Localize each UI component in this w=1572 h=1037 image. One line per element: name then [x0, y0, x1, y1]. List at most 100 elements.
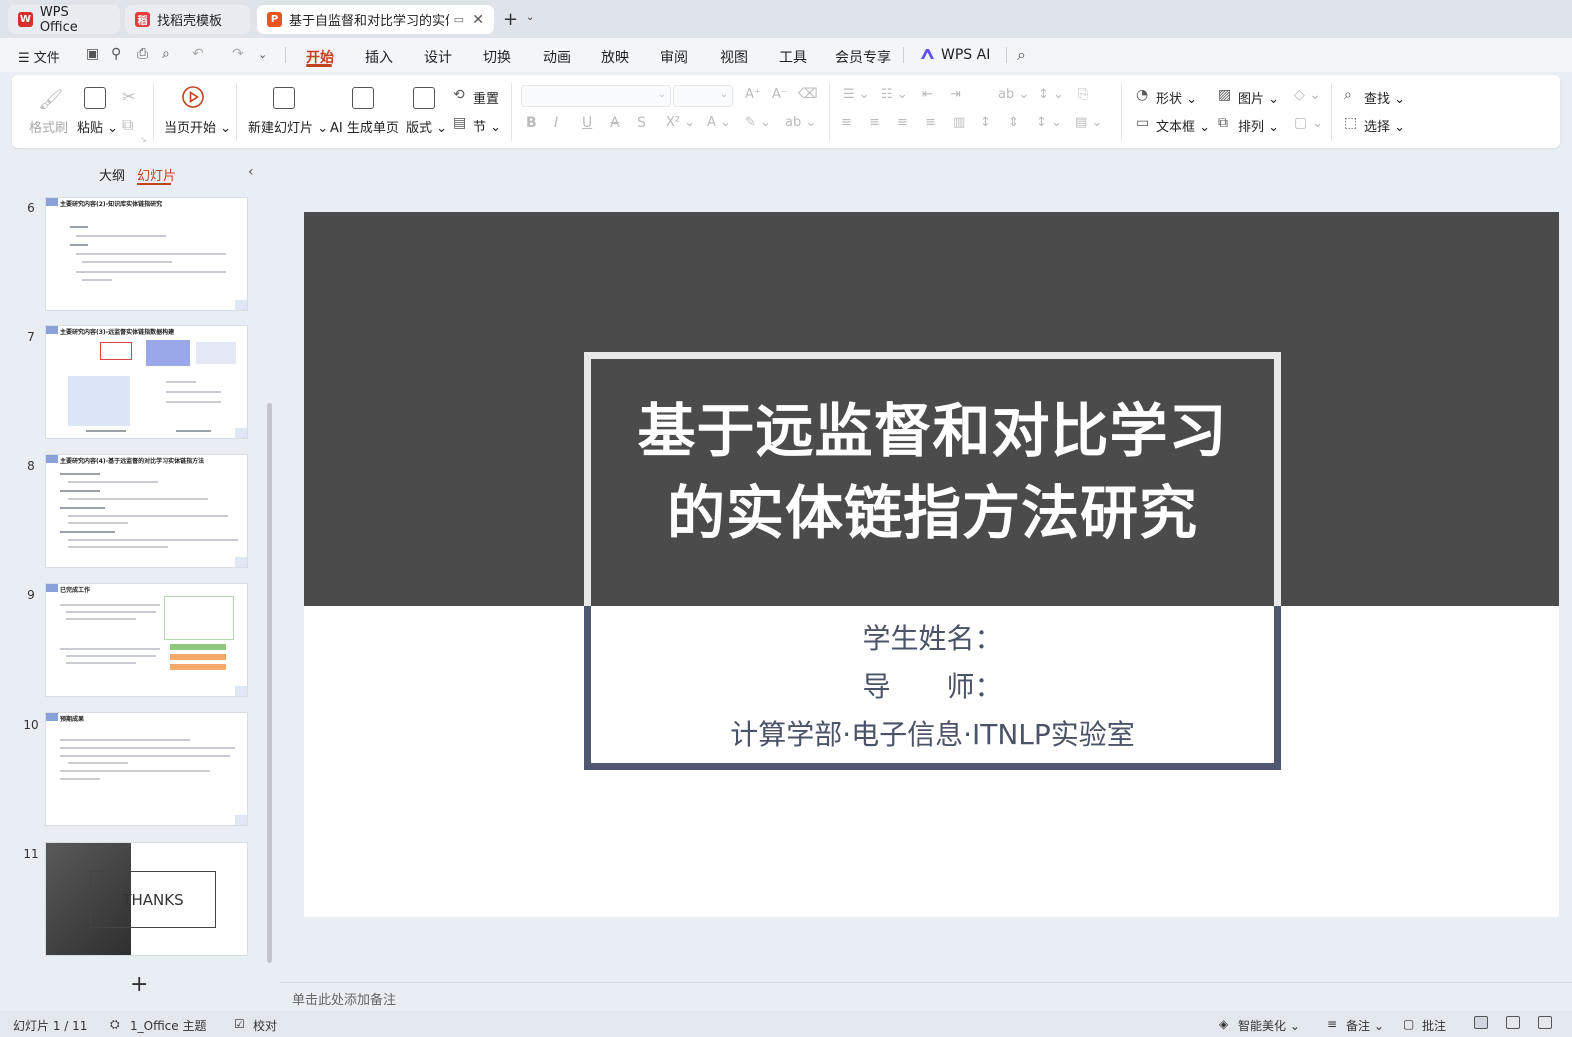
notes-area[interactable]: 单击此处添加备注: [280, 982, 1572, 1011]
sort-icon[interactable]: ↕ ⌄: [1038, 87, 1064, 102]
outdent-icon[interactable]: ⇤: [922, 87, 933, 102]
new-slide-button[interactable]: 新建幻灯片 ⌄: [248, 117, 328, 136]
slide-thumbnail[interactable]: 已完成工作: [46, 584, 247, 696]
align-right-icon[interactable]: ≡: [897, 115, 908, 130]
copy-icon[interactable]: ⧉: [122, 115, 133, 135]
tab-design[interactable]: 设计: [424, 47, 452, 67]
new-tab-icon[interactable]: +: [503, 9, 518, 30]
highlight-icon[interactable]: ✎ ⌄: [745, 115, 771, 130]
text-align-icon[interactable]: ▤ ⌄: [1075, 115, 1102, 130]
align-center-icon[interactable]: ≡: [869, 115, 880, 130]
tab-docer-templates[interactable]: 稻 找稻壳模板: [125, 5, 250, 34]
tab-review[interactable]: 审阅: [660, 47, 688, 67]
undo-icon[interactable]: ↶: [192, 46, 204, 62]
close-icon[interactable]: ✕: [472, 12, 484, 28]
slide-sorter-icon[interactable]: [1506, 1016, 1520, 1029]
spacing-more-icon[interactable]: ↕ ⌄: [1036, 115, 1062, 130]
bullet-list-icon[interactable]: ☰ ⌄: [843, 87, 870, 102]
file-menu[interactable]: ☰ 文件: [18, 47, 60, 66]
tab-member[interactable]: 会员专享: [835, 47, 891, 67]
font-size-select[interactable]: ⌄: [673, 85, 733, 107]
slide-thumbnail[interactable]: 预期成果: [46, 713, 247, 825]
tab-outline[interactable]: 大纲: [99, 165, 125, 184]
shapes-button[interactable]: 形状 ⌄: [1156, 88, 1197, 107]
font-color-icon[interactable]: A ⌄: [707, 115, 731, 130]
tab-current-document[interactable]: P 基于自监督和对比学习的实体 ▭ ✕: [257, 5, 494, 34]
proof-button[interactable]: 校对: [253, 1017, 277, 1034]
play-from-current-button[interactable]: 当页开始 ⌄: [164, 117, 231, 136]
current-slide[interactable]: 基于远监督和对比学习 的实体链指方法研究 学生姓名： 导 师： 计算学部·电子信…: [304, 212, 1559, 917]
format-painter-button[interactable]: 格式刷: [29, 117, 68, 136]
reading-view-icon[interactable]: [1538, 1016, 1552, 1029]
save-icon[interactable]: ▣: [86, 46, 99, 62]
tab-animations[interactable]: 动画: [543, 47, 571, 67]
clear-format-icon[interactable]: ⌫: [798, 86, 818, 102]
add-slide-icon[interactable]: +: [130, 972, 148, 997]
distribute-icon[interactable]: ▥: [953, 115, 965, 130]
ai-generate-button[interactable]: AI 生成单页: [330, 117, 399, 136]
indent-icon[interactable]: ⇥: [950, 87, 961, 102]
paragraph-spacing-icon[interactable]: ⇕: [1008, 115, 1019, 130]
increase-font-icon[interactable]: A⁺: [745, 87, 761, 102]
char-spacing-icon[interactable]: ab ⌄: [785, 115, 816, 130]
select-button[interactable]: 选择 ⌄: [1364, 116, 1405, 135]
tab-insert[interactable]: 插入: [365, 47, 393, 67]
tab-slides[interactable]: 幻灯片: [137, 165, 176, 184]
slide-thumbnail[interactable]: 主要研究内容(3)-远监督实体链指数据构建: [46, 326, 247, 438]
shadow-icon[interactable]: S: [637, 115, 646, 131]
justify-icon[interactable]: ≡: [925, 115, 936, 130]
tab-wps-ai[interactable]: WPS AI: [941, 47, 990, 63]
outline-icon[interactable]: ▢ ⌄: [1294, 115, 1323, 131]
lab-text[interactable]: 计算学部·电子信息·ITNLP实验室: [604, 713, 1261, 753]
section-button[interactable]: 节 ⌄: [473, 116, 501, 135]
tab-view[interactable]: 视图: [720, 47, 748, 67]
slide-thumbnail[interactable]: 主要研究内容(2)-知识库实体链指研究: [46, 198, 247, 310]
search-icon[interactable]: ⌕: [1017, 45, 1026, 65]
redo-icon[interactable]: ↷: [232, 46, 244, 62]
student-name-text[interactable]: 学生姓名：: [604, 617, 1261, 657]
cut-icon[interactable]: ✂: [122, 87, 135, 106]
textbox-button[interactable]: 文本框 ⌄: [1156, 116, 1210, 135]
chevron-left-icon[interactable]: ‹: [248, 164, 254, 180]
find-button[interactable]: 查找 ⌄: [1364, 88, 1405, 107]
bold-icon[interactable]: B: [526, 115, 537, 131]
monitor-icon[interactable]: ▭: [454, 13, 464, 26]
strikethrough-icon[interactable]: A: [610, 115, 620, 131]
tab-wps-office[interactable]: W WPS Office: [8, 5, 120, 35]
line-spacing-icon[interactable]: ↕: [980, 115, 991, 130]
superscript-icon[interactable]: X² ⌄: [666, 115, 695, 130]
arrange-button[interactable]: 排列 ⌄: [1238, 116, 1279, 135]
tab-transitions[interactable]: 切换: [483, 47, 511, 67]
slide-title[interactable]: 基于远监督和对比学习 的实体链指方法研究: [604, 390, 1261, 554]
align-left-icon[interactable]: ≡: [841, 115, 852, 130]
paste-button[interactable]: 粘贴 ⌄: [77, 117, 118, 136]
layout-button[interactable]: 版式 ⌄: [406, 117, 447, 136]
italic-icon[interactable]: I: [554, 115, 558, 131]
theme-name[interactable]: 1_Office 主题: [130, 1017, 206, 1034]
tab-slideshow[interactable]: 放映: [601, 47, 629, 67]
beautify-button[interactable]: 智能美化 ⌄: [1238, 1017, 1300, 1034]
decrease-font-icon[interactable]: A⁻: [772, 87, 788, 102]
chevron-down-icon[interactable]: ⌄: [526, 12, 534, 23]
slide-thumbnail[interactable]: 主要研究内容(4)-基于远监督的对比学习实体链指方法: [46, 455, 247, 567]
comments-button[interactable]: 批注: [1422, 1017, 1446, 1034]
print-preview-icon[interactable]: ⌕: [162, 46, 170, 62]
clipboard-expand-icon[interactable]: ↘: [140, 135, 147, 144]
advisor-text[interactable]: 导 师：: [604, 665, 1261, 705]
text-direction-icon[interactable]: ab ⌄: [998, 87, 1029, 102]
slides-pane-scrollbar[interactable]: [267, 403, 272, 963]
underline-icon[interactable]: U: [582, 115, 592, 131]
tab-tools[interactable]: 工具: [779, 47, 807, 67]
picture-button[interactable]: 图片 ⌄: [1238, 88, 1279, 107]
normal-view-icon[interactable]: [1474, 1016, 1488, 1029]
convert-icon[interactable]: ⎘: [1078, 87, 1088, 102]
slide-thumbnail[interactable]: THANKS: [46, 843, 247, 955]
numbered-list-icon[interactable]: ☷ ⌄: [881, 87, 908, 102]
fill-icon[interactable]: ◇ ⌄: [1294, 87, 1321, 103]
print-icon[interactable]: ⎙: [137, 46, 148, 62]
font-family-select[interactable]: ⌄: [521, 85, 671, 107]
link-icon[interactable]: ⚲: [111, 46, 121, 62]
reset-button[interactable]: 重置: [473, 88, 499, 107]
quick-access-more-icon[interactable]: ⌄: [258, 48, 267, 61]
notes-button[interactable]: 备注 ⌄: [1346, 1017, 1384, 1034]
